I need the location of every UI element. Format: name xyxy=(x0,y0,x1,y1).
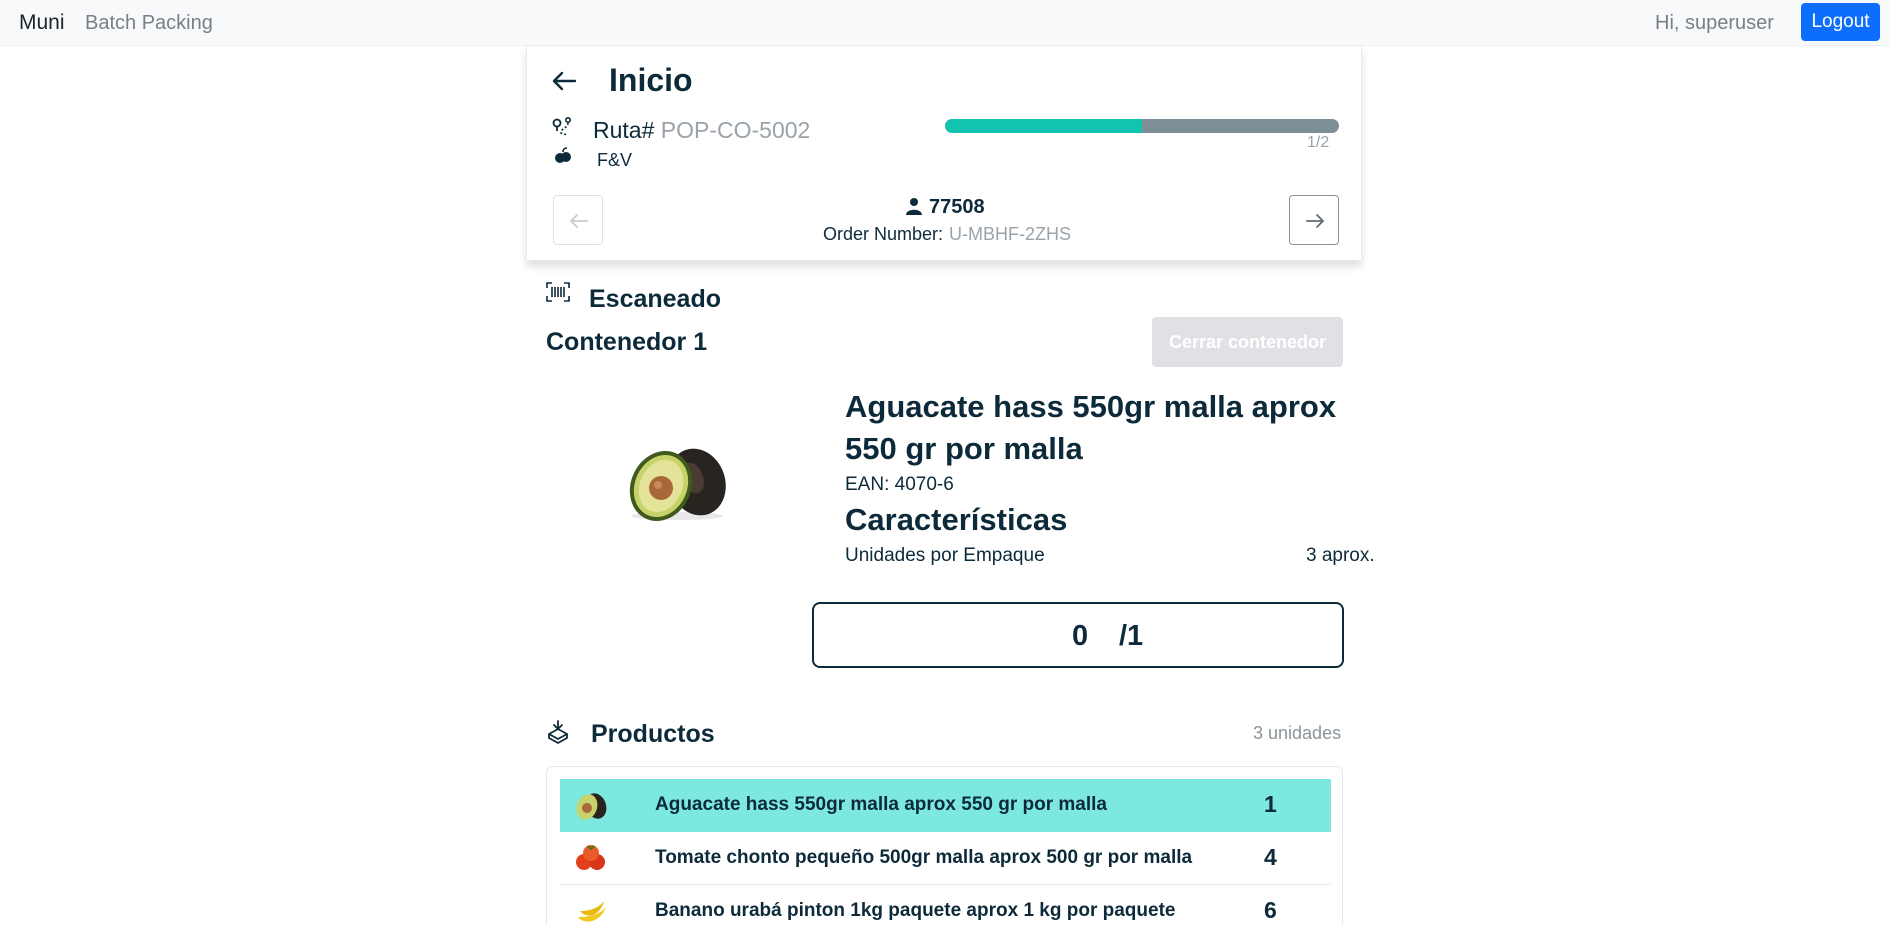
product-row-name: Aguacate hass 550gr malla aprox 550 gr p… xyxy=(655,794,1107,815)
next-order-button[interactable] xyxy=(1289,195,1339,245)
product-row[interactable]: Aguacate hass 550gr malla aprox 550 gr p… xyxy=(560,779,1331,832)
scan-counter[interactable]: 0 /1 xyxy=(812,602,1344,668)
top-navbar: Muni Batch Packing Hi, superuser Logout xyxy=(0,0,1889,46)
route-number: Ruta# POP-CO-5002 xyxy=(593,117,811,143)
order-number: Order Number: U-MBHF-2ZHS xyxy=(823,224,1072,244)
product-row-qty: 4 xyxy=(1264,844,1277,870)
product-row-name: Banano urabá pinton 1kg paquete aprox 1 … xyxy=(655,900,1176,921)
units-per-package-label: Unidades por Empaque xyxy=(845,545,1045,566)
banana-icon xyxy=(578,901,606,922)
products-title: Productos xyxy=(591,720,715,748)
route-icon xyxy=(552,116,572,136)
features-title: Características xyxy=(845,502,1068,537)
progress-text: 1/2 xyxy=(1307,134,1330,151)
product-image xyxy=(629,448,726,522)
user-greeting: Hi, superuser xyxy=(1655,12,1774,34)
scanned-title: Escaneado xyxy=(589,285,722,313)
units-per-package-value: 3 aprox. xyxy=(1306,545,1375,566)
back-arrow-icon[interactable] xyxy=(549,66,579,96)
product-row[interactable]: Banano urabá pinton 1kg paquete aprox 1 … xyxy=(560,885,1331,925)
product-row-qty: 6 xyxy=(1264,897,1277,923)
counter-total: /1 xyxy=(1119,620,1144,652)
products-list: Aguacate hass 550gr malla aprox 550 gr p… xyxy=(546,766,1343,925)
order-header-card: Inicio Ruta# POP-CO-5002 F&V 1/2 77508 O… xyxy=(526,46,1362,261)
progress-bar xyxy=(945,119,1339,133)
product-row-name: Tomate chonto pequeño 500gr malla aprox … xyxy=(655,847,1193,868)
avocado-icon xyxy=(576,793,607,820)
category-label: F&V xyxy=(597,150,633,170)
batch-packing-link[interactable]: Batch Packing xyxy=(85,12,213,35)
product-name: Aguacate hass 550gr malla aprox 550 gr p… xyxy=(845,389,1337,466)
brand-link[interactable]: Muni xyxy=(19,11,65,35)
product-ean: EAN: 4070-6 xyxy=(845,474,954,495)
product-row[interactable]: Tomate chonto pequeño 500gr malla aprox … xyxy=(560,832,1331,885)
close-container-button[interactable]: Cerrar contenedor xyxy=(1152,317,1343,367)
person-icon xyxy=(906,198,922,215)
product-row-qty: 1 xyxy=(1264,791,1277,817)
arrow-right-icon xyxy=(1306,214,1324,228)
arrow-left-icon xyxy=(570,214,588,228)
counter-current: 0 xyxy=(1072,620,1089,652)
previous-order-button[interactable] xyxy=(553,195,603,245)
box-icon xyxy=(548,720,568,744)
progress-fill xyxy=(945,119,1142,133)
customer-id: 77508 xyxy=(905,196,985,219)
container-title: Contenedor 1 xyxy=(546,328,708,356)
logout-button[interactable]: Logout xyxy=(1801,3,1880,41)
barcode-scan-icon xyxy=(546,282,570,302)
fruit-category-icon xyxy=(555,147,571,163)
page-title: Inicio xyxy=(609,62,693,98)
products-count: 3 unidades xyxy=(1253,723,1342,743)
tomato-icon xyxy=(576,845,605,870)
